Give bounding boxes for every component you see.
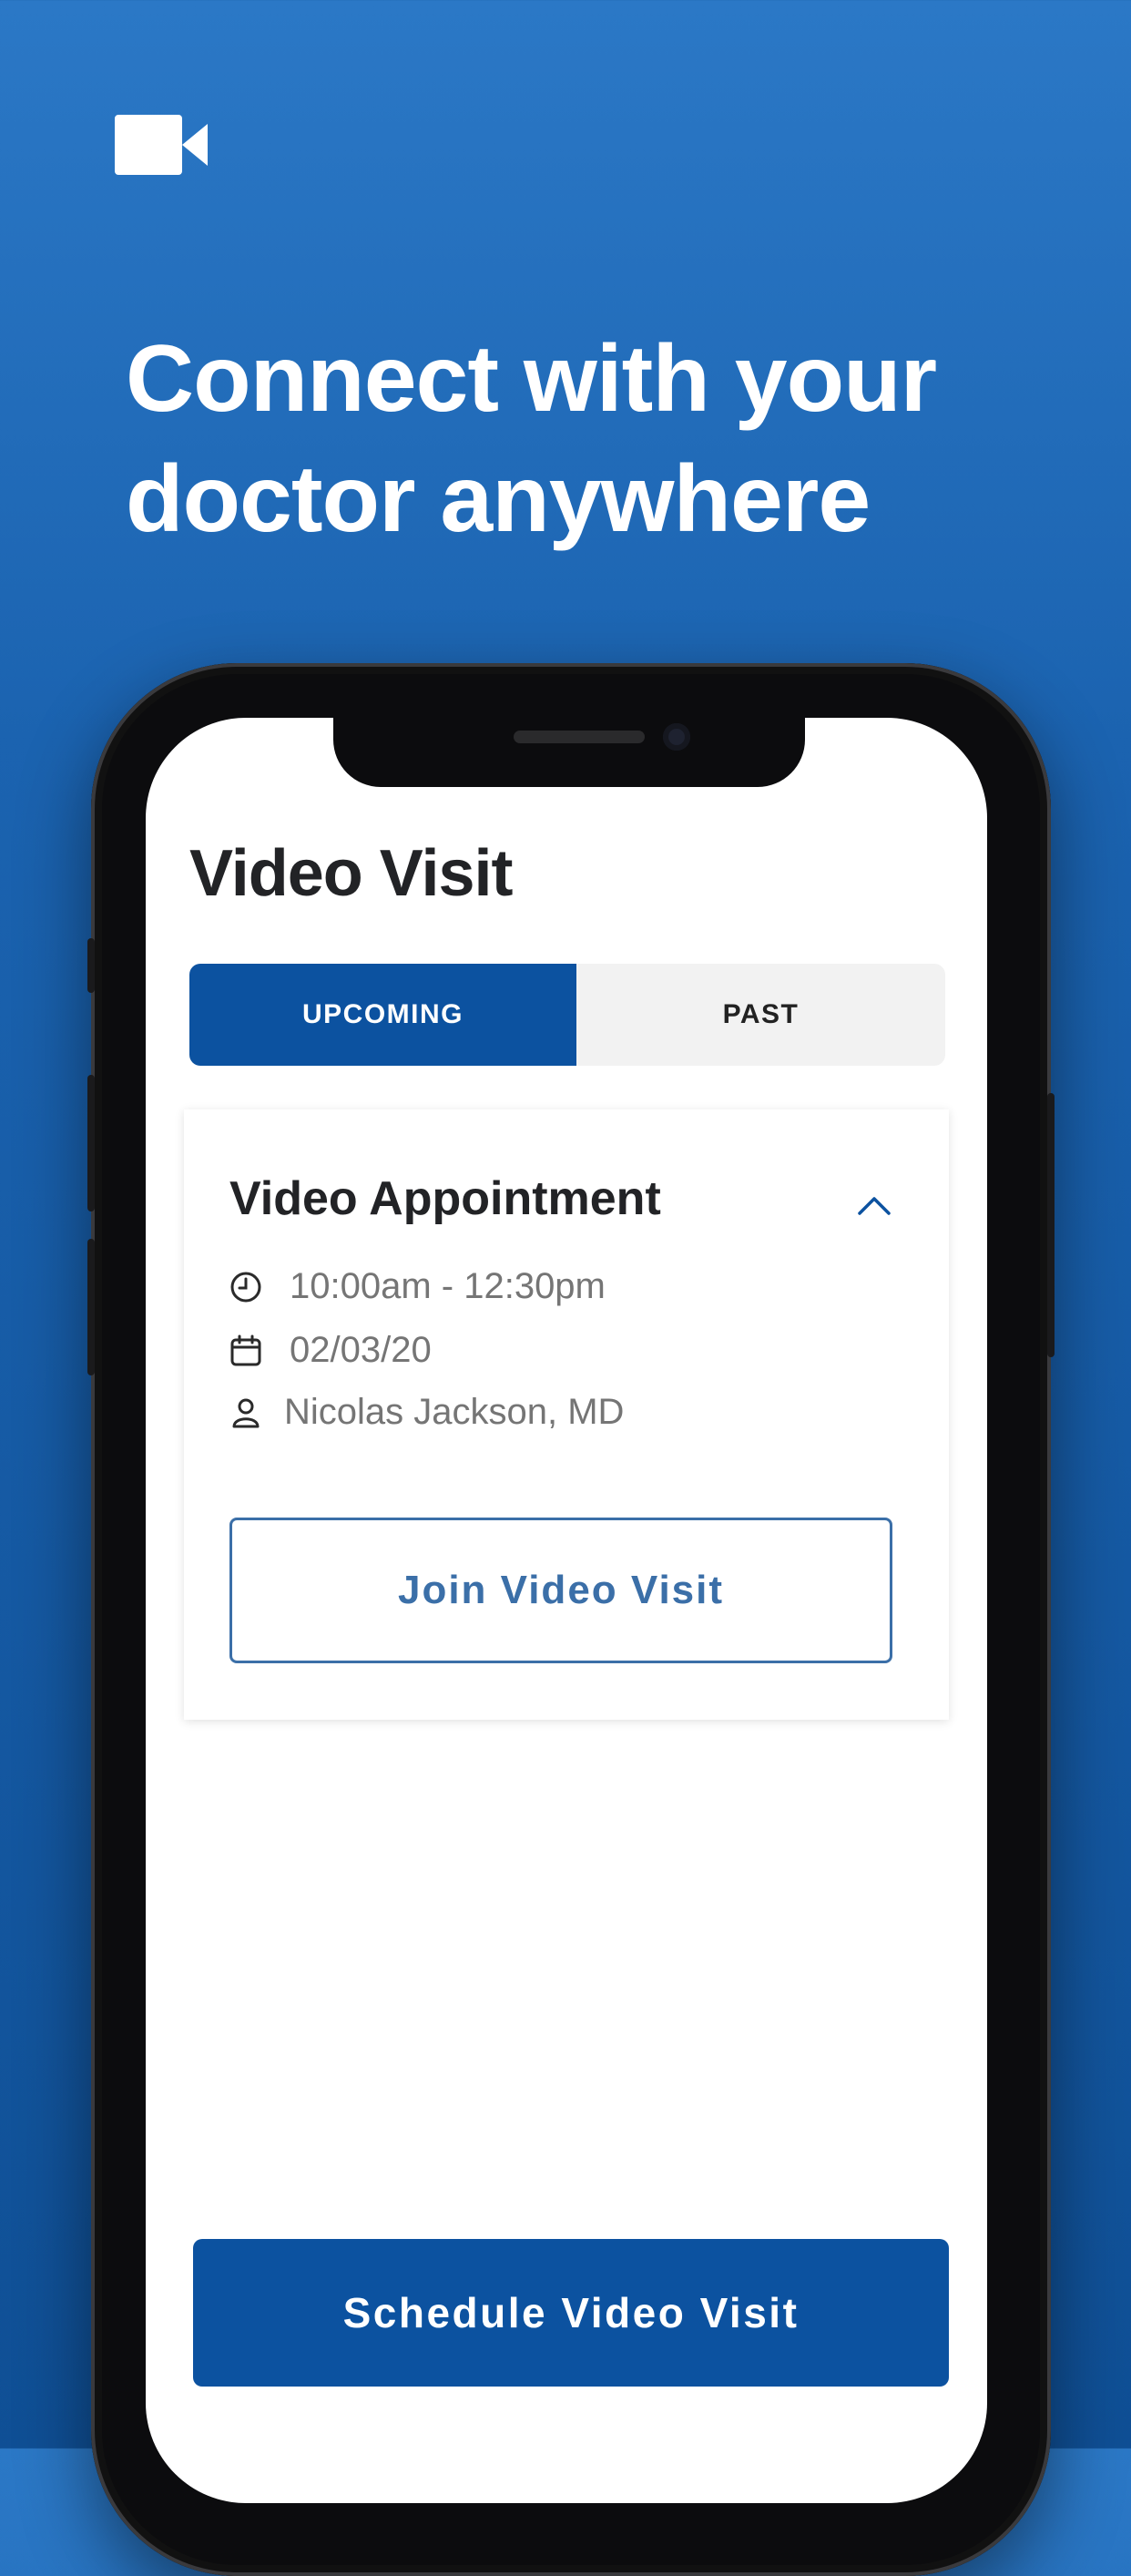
clock-icon — [230, 1272, 261, 1302]
promo-headline: Connect with your doctor anywhere — [126, 319, 1036, 559]
phone-volume-up — [87, 1075, 95, 1211]
phone-power-button — [1047, 1093, 1055, 1357]
phone-side-button — [87, 938, 95, 993]
chevron-up-icon[interactable] — [858, 1195, 891, 1215]
headline-line-2: doctor anywhere — [126, 446, 871, 552]
tab-past[interactable]: PAST — [576, 964, 945, 1066]
schedule-video-visit-button[interactable]: Schedule Video Visit — [193, 2239, 949, 2387]
front-camera — [663, 723, 690, 751]
appointment-date: 02/03/20 — [290, 1330, 432, 1370]
appointment-card: Video Appointment 10:00am - 12:30pm 02/0… — [184, 1109, 949, 1720]
phone-notch — [333, 718, 805, 787]
calendar-icon — [230, 1334, 261, 1365]
appointment-title: Video Appointment — [229, 1172, 661, 1225]
person-icon — [232, 1398, 260, 1427]
headline-line-1: Connect with your — [126, 326, 937, 432]
appointment-date-row: 02/03/20 — [229, 1330, 432, 1371]
join-video-visit-button[interactable]: Join Video Visit — [229, 1518, 892, 1663]
speaker-grille — [514, 731, 645, 743]
phone-screen: Video Visit UPCOMING PAST Video Appointm… — [146, 718, 987, 2503]
video-camera-icon — [115, 115, 208, 175]
page-title: Video Visit — [189, 837, 513, 910]
appointment-time: 10:00am - 12:30pm — [290, 1266, 606, 1306]
appointment-doctor-row: Nicolas Jackson, MD — [229, 1392, 624, 1433]
tab-upcoming[interactable]: UPCOMING — [189, 964, 576, 1066]
phone-volume-down — [87, 1239, 95, 1375]
appointment-doctor: Nicolas Jackson, MD — [284, 1392, 625, 1432]
segmented-control: UPCOMING PAST — [189, 964, 945, 1066]
appointment-time-row: 10:00am - 12:30pm — [229, 1266, 606, 1307]
